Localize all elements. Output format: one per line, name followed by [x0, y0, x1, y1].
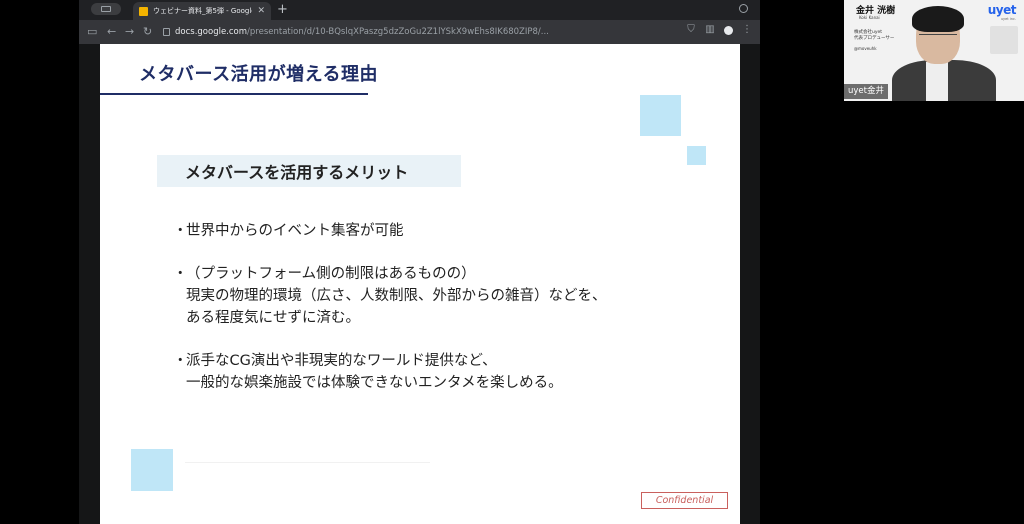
bullet-item: ・ （プラットフォーム側の制限はあるものの） 現実の物理的環境（広さ、人数制限、… — [173, 263, 713, 329]
tab-strip: ウェビナー資料_第5弾 - Google ✕ + — [79, 0, 760, 20]
confidential-label: Confidential — [641, 492, 728, 509]
shield-icon[interactable]: ⛉ — [686, 25, 696, 35]
url-text: docs.google.com /presentation/d/10-BQslq… — [175, 27, 549, 37]
presenter-handle: @moveuhk — [854, 46, 877, 51]
lock-icon — [163, 28, 170, 36]
bullet-line: 現実の物理的環境（広さ、人数制限、外部からの雑音）などを、 — [186, 288, 607, 304]
tab-title: ウェビナー資料_第5弾 - Google — [153, 7, 253, 15]
bullet-dot: ・ — [173, 353, 188, 369]
browser-window: ウェビナー資料_第5弾 - Google ✕ + ▭ ← → ↻ docs.go… — [79, 0, 760, 524]
webcam-feed: 金井 洸樹 Koki Kanai 株式会社uyet 代表プロデューサー @mov… — [844, 0, 1024, 101]
slide-title: メタバース活用が増える理由 — [139, 64, 379, 85]
menu-icon[interactable]: ⋮ — [742, 25, 752, 35]
url-host: docs.google.com — [175, 27, 248, 37]
url-path: /presentation/d/10-BQslqXPaszg5dzZoGu2Z1… — [247, 27, 549, 37]
decor-square-large — [640, 95, 681, 136]
profile-icon[interactable] — [724, 25, 733, 35]
reload-icon[interactable]: ↻ — [143, 26, 152, 38]
participant-label: uyet金井 — [844, 84, 888, 99]
bullet-item: ・ 派手なCG演出や非現実的なワールド提供など、 一般的な娯楽施設では体験できな… — [173, 350, 713, 394]
bullet-item: ・ 世界中からのイベント集客が可能 — [173, 220, 713, 242]
decor-square-bottom — [131, 449, 173, 491]
company-logo-sub: uyet inc. — [1000, 17, 1016, 21]
browser-tab[interactable]: ウェビナー資料_第5弾 - Google ✕ — [133, 2, 271, 20]
presenter-role: 代表プロデューサー — [854, 36, 895, 41]
glasses-icon — [919, 34, 957, 42]
decor-square-small — [687, 146, 706, 165]
browser-toolbar: ▭ ← → ↻ docs.google.com /presentation/d/… — [79, 20, 760, 44]
bullet-line: ある程度気にせずに済む。 — [186, 310, 360, 326]
window-icon — [101, 6, 111, 12]
new-tab-button[interactable]: + — [277, 3, 288, 16]
person-hair — [912, 6, 964, 32]
person-shirt — [926, 62, 948, 101]
presentation-slide: メタバース活用が増える理由 メタバースを活用するメリット ・ 世界中からのイベン… — [100, 44, 740, 524]
company-logo: uyet — [987, 3, 1017, 17]
title-underline — [100, 93, 368, 95]
back-icon[interactable]: ← — [107, 26, 116, 38]
bullet-line: 派手なCG演出や非現実的なワールド提供など、 — [186, 353, 497, 369]
footer-divider — [185, 462, 430, 463]
slide-subtitle: メタバースを活用するメリット — [185, 163, 409, 182]
bullet-line: 世界中からのイベント集客が可能 — [186, 223, 404, 239]
slides-favicon-icon — [139, 6, 148, 16]
toolbar-actions: ⛉ ▥ ⋮ — [686, 25, 752, 35]
page-content: メタバース活用が増える理由 メタバースを活用するメリット ・ 世界中からのイベン… — [79, 44, 760, 524]
search-icon[interactable] — [739, 4, 748, 13]
address-bar[interactable]: docs.google.com /presentation/d/10-BQslq… — [163, 24, 673, 40]
bullet-dot: ・ — [173, 266, 188, 282]
sidebar-icon[interactable]: ▭ — [87, 26, 97, 38]
bullet-list: ・ 世界中からのイベント集客が可能 ・ （プラットフォーム側の制限はあるものの）… — [173, 220, 713, 415]
presenter-company: 株式会社uyet 代表プロデューサー — [854, 30, 894, 42]
close-icon[interactable]: ✕ — [257, 6, 265, 16]
reader-icon[interactable]: ▥ — [705, 25, 715, 35]
subtitle-box: メタバースを活用するメリット — [157, 155, 461, 187]
bullet-line: （プラットフォーム側の制限はあるものの） — [186, 266, 476, 282]
presenter-name-roman: Koki Kanai — [859, 15, 880, 20]
bullet-dot: ・ — [173, 223, 188, 239]
bullet-line: 一般的な娯楽施設では体験できないエンタメを楽しめる。 — [186, 375, 563, 391]
forward-icon[interactable]: → — [125, 26, 134, 38]
wall-frame — [990, 26, 1018, 54]
tab-search-button[interactable] — [91, 3, 121, 15]
